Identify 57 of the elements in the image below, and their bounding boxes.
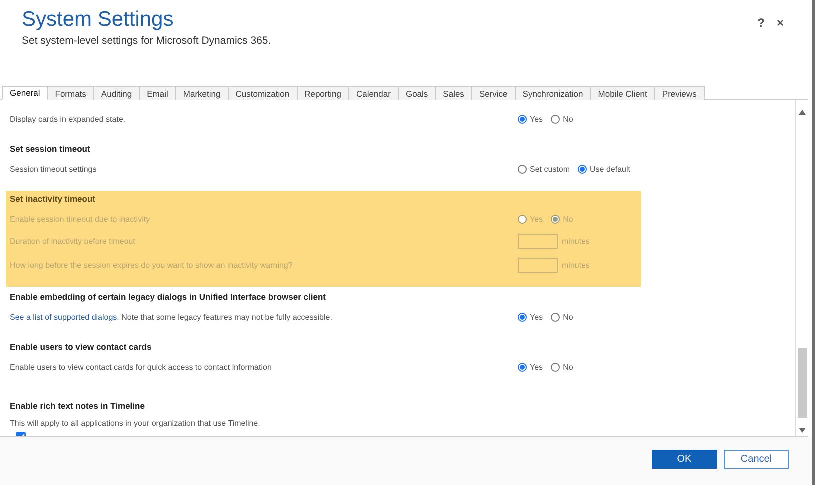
radio-label: Yes <box>530 312 544 322</box>
radio-label: No <box>563 312 574 322</box>
radio-button[interactable] <box>518 362 527 372</box>
radio-button[interactable] <box>551 114 560 124</box>
unit-label: minutes <box>562 236 590 246</box>
radio-button[interactable] <box>518 312 527 322</box>
settings-tab[interactable]: Service <box>471 86 516 100</box>
radio-button[interactable] <box>551 312 560 322</box>
settings-tab[interactable]: Reporting <box>296 86 350 100</box>
setting-label: Duration of inactivity before timeout <box>10 236 136 246</box>
settings-tab[interactable]: Sales <box>435 86 472 100</box>
settings-tab[interactable]: Goals <box>398 86 436 100</box>
cancel-button[interactable]: Cancel <box>724 450 789 469</box>
settings-tab[interactable]: General <box>2 86 48 100</box>
radio-label: Use default <box>590 164 630 174</box>
section-heading: Set inactivity timeout <box>10 193 96 206</box>
help-button[interactable]: ? <box>758 16 765 30</box>
ok-button[interactable]: OK <box>652 450 717 469</box>
radio-label: Yes <box>530 214 544 224</box>
section-heading: Enable rich text notes in Timeline <box>10 400 146 413</box>
radio-button[interactable] <box>551 362 560 372</box>
radio-button[interactable] <box>518 164 527 174</box>
close-button[interactable]: × <box>776 16 784 30</box>
radio-button[interactable] <box>518 114 527 124</box>
window-subtitle: Set system-level settings for Microsoft Dynamics 365. <box>22 35 272 47</box>
scroll-up-icon[interactable] <box>798 110 806 115</box>
radio-button[interactable] <box>578 164 588 174</box>
setting-description: This will apply to all applications in your organization that use Timeline. <box>10 418 262 428</box>
scroll-down-icon[interactable] <box>798 428 806 433</box>
setting-label: Display cards in expanded state. <box>10 114 127 124</box>
section-heading: Enable embedding of certain legacy dialogs in Unified Interface browser client <box>10 291 327 304</box>
radio-label: Yes <box>530 114 544 124</box>
radio-label: No <box>563 362 574 372</box>
settings-tab[interactable]: Customization <box>228 86 298 100</box>
settings-tab[interactable]: Auditing <box>93 86 140 100</box>
settings-tab[interactable]: Email <box>139 86 176 100</box>
settings-tab[interactable]: Previews <box>654 86 705 100</box>
setting-label: Session timeout settings <box>10 164 98 174</box>
settings-tab[interactable]: Mobile Client <box>590 86 656 100</box>
section-heading: Set session timeout <box>10 143 92 156</box>
setting-description: See a list of supported dialogs. Note that some legacy features may not be fully accessible. <box>10 312 334 322</box>
supported-dialogs-link[interactable]: See a list of supported dialogs. <box>10 312 120 322</box>
unit-label: minutes <box>562 260 590 270</box>
window-title: System Settings <box>22 8 175 32</box>
settings-tab[interactable]: Formats <box>47 86 94 100</box>
scrollbar-thumb[interactable] <box>798 348 806 418</box>
setting-label: Enable session timeout due to inactivity <box>10 214 152 224</box>
settings-tab[interactable]: Synchronization <box>514 86 592 100</box>
setting-label: How long before the session expires do you want to show an inactivity warning? <box>10 260 294 270</box>
radio-label: Set custom <box>530 164 570 174</box>
radio-label: No <box>563 114 574 124</box>
radio-label: No <box>563 214 574 224</box>
settings-tab[interactable]: Calendar <box>348 86 399 100</box>
radio-label: Yes <box>530 362 544 372</box>
settings-tab[interactable]: Marketing <box>175 86 229 100</box>
setting-label: Enable users to view contact cards for quick access to contact information <box>10 362 273 372</box>
section-heading: Enable users to view contact cards <box>10 341 153 354</box>
